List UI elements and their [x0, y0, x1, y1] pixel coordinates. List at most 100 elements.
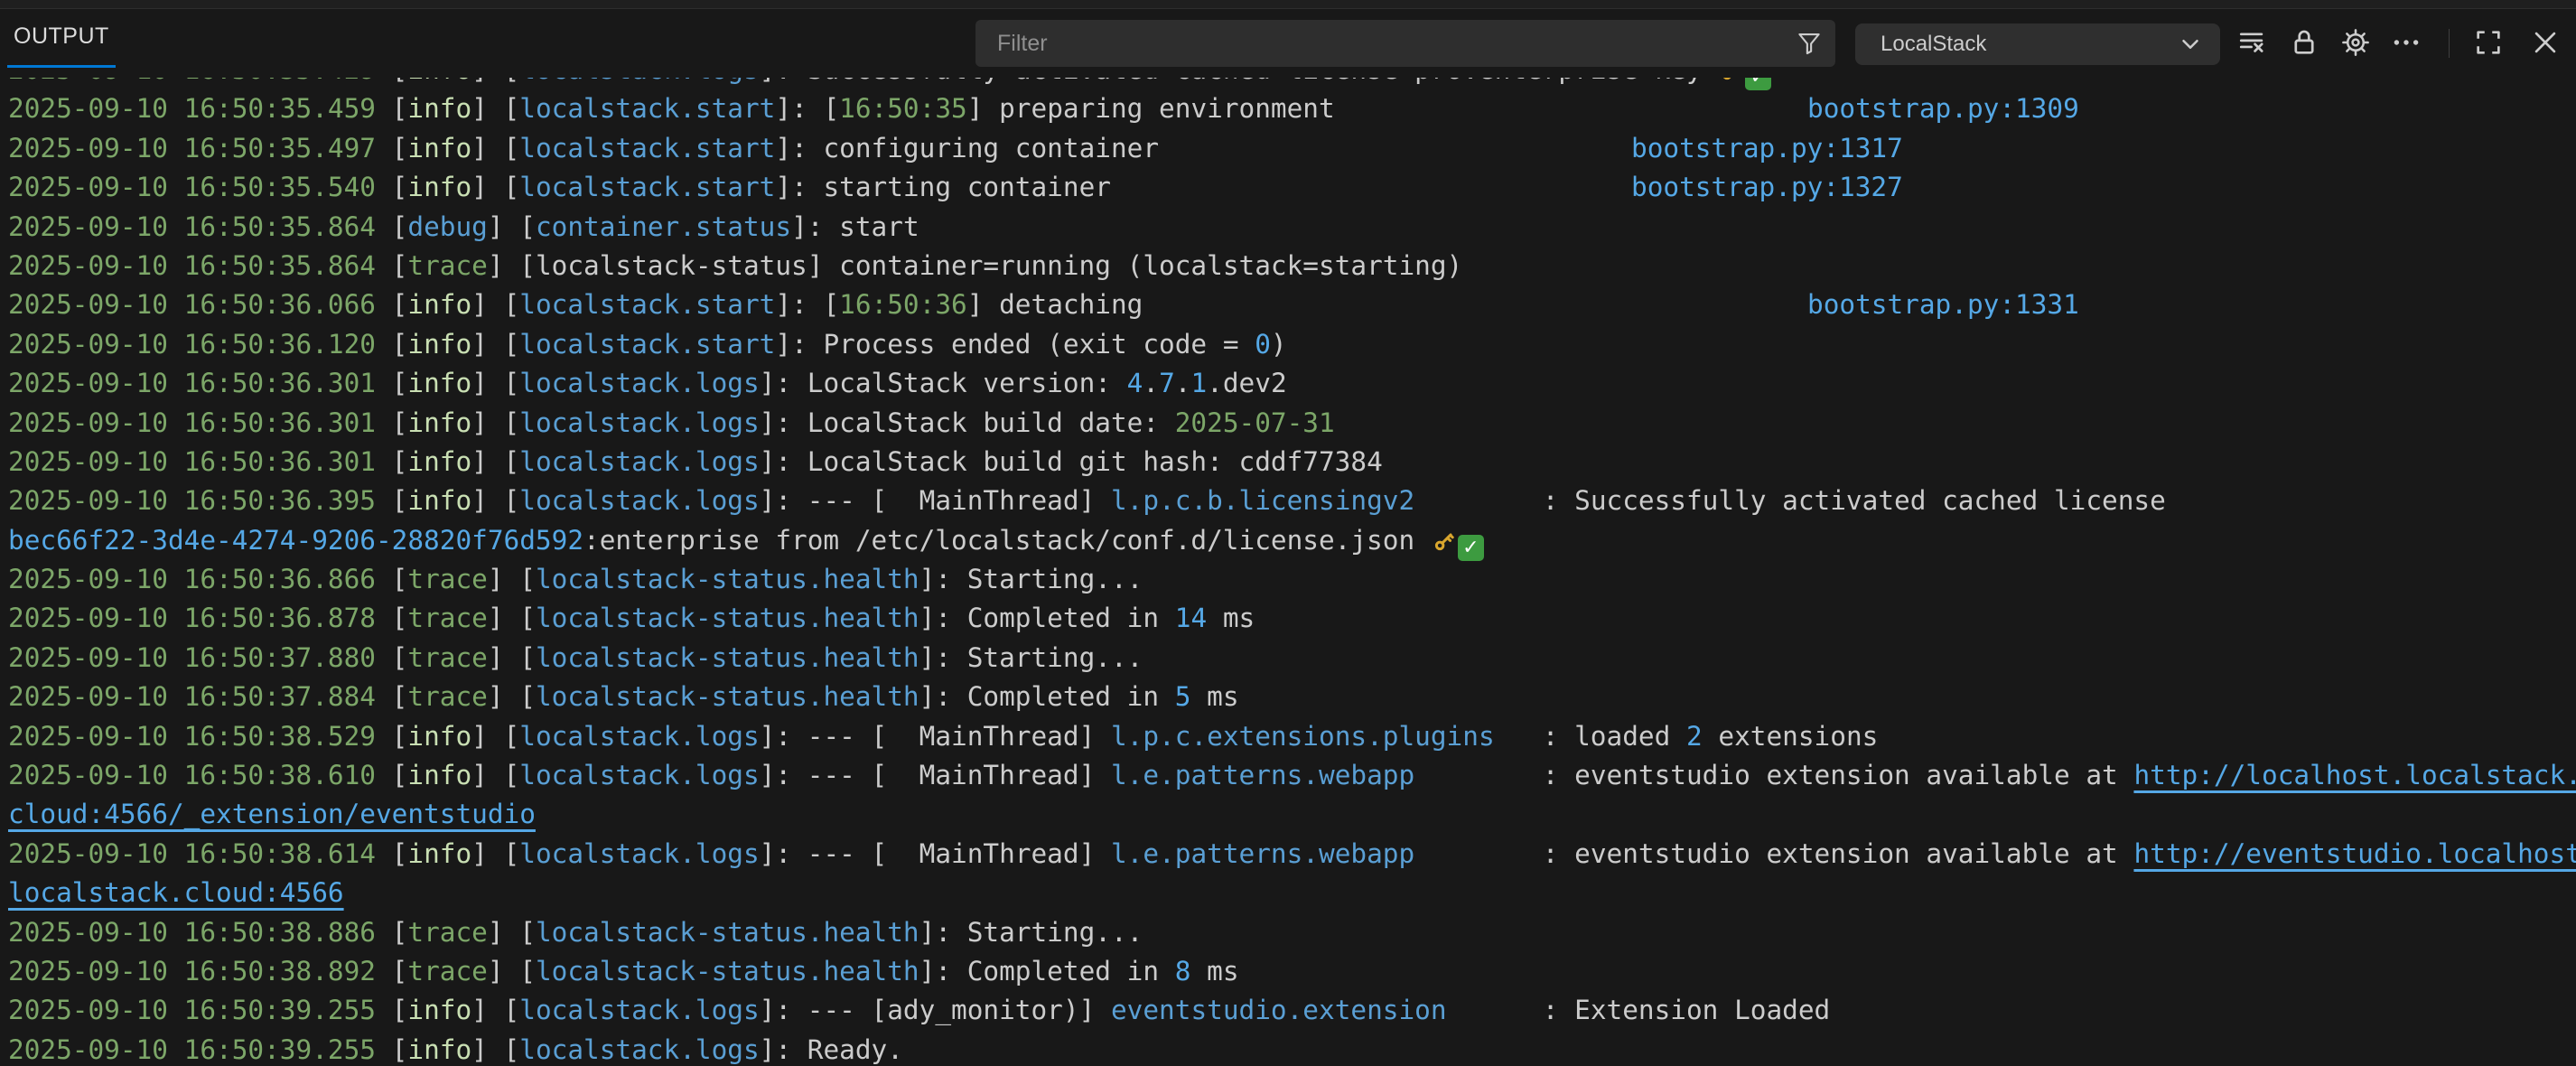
log-text: localstack.start — [519, 329, 775, 360]
log-text: localstack.start — [519, 172, 775, 202]
log-line: 2025-09-10 16:50:35.540 [info] [localsta… — [8, 168, 2576, 207]
log-text: ] [ — [471, 93, 519, 124]
log-text: l.p.c.b.licensingv2 — [1111, 485, 1414, 516]
log-text: ] [localstack-status] container=running … — [488, 250, 1462, 281]
log-text: info — [407, 93, 471, 124]
log-timestamp: 2025-09-10 16:50:35.540 — [8, 172, 392, 202]
url-link[interactable]: cloud:4566/_extension/eventstudio — [8, 799, 536, 829]
log-line: 2025-09-10 16:50:38.610 [info] [localsta… — [8, 756, 2576, 795]
log-text: [ — [392, 368, 408, 398]
log-text: [ — [392, 995, 408, 1025]
file-link[interactable]: bootstrap.py:1317 — [1631, 129, 1903, 168]
log-line: 2025-09-10 16:50:38.892 [trace] [localst… — [8, 952, 2576, 991]
close-panel-icon[interactable] — [2530, 27, 2561, 58]
log-text: ] [ — [471, 407, 519, 438]
log-timestamp: 2025-09-10 16:50:36.866 — [8, 564, 392, 594]
log-timestamp: 2025-09-10 16:50:37.884 — [8, 681, 392, 712]
log-line: 2025-09-10 16:50:36.395 [info] [localsta… — [8, 482, 2576, 520]
log-text: l.p.c.extensions.plugins — [1111, 721, 1495, 752]
log-text: localstack.logs — [519, 485, 759, 516]
log-text: ] [ — [488, 681, 536, 712]
channel-select[interactable]: LocalStack — [1855, 23, 2220, 65]
log-text: ]: --- [ MainThread] — [760, 485, 1111, 516]
log-line: 2025-09-10 16:50:39.255 [info] [localsta… — [8, 991, 2576, 1030]
log-text: ]: Completed in — [919, 956, 1175, 987]
log-line: 2025-09-10 16:50:39.255 [info] [localsta… — [8, 1031, 2576, 1066]
log-text: localstack.logs — [519, 838, 759, 869]
log-text: trace — [407, 956, 487, 987]
url-link[interactable]: http://localhost.localstack. — [2133, 760, 2576, 790]
file-link[interactable]: bootstrap.py:1331 — [1807, 285, 2079, 324]
log-text: info — [407, 78, 471, 85]
log-text: ]: start — [791, 211, 919, 242]
log-text: [ — [392, 642, 408, 673]
maximize-panel-icon[interactable] — [2473, 27, 2504, 58]
log-line: 2025-09-10 16:50:36.066 [info] [localsta… — [8, 285, 2576, 324]
log-timestamp: 2025-09-10 16:50:36.301 — [8, 446, 392, 477]
settings-gear-icon[interactable] — [2340, 27, 2371, 58]
log-text: ]: --- [ady_monitor)] — [760, 995, 1111, 1025]
log-text: [ — [392, 681, 408, 712]
log-text: [ — [392, 838, 408, 869]
tab-output[interactable]: OUTPUT — [14, 23, 109, 50]
log-text: localstack-status.health — [536, 917, 919, 948]
log-text: [ — [392, 760, 408, 790]
log-text: trace — [407, 917, 487, 948]
url-link[interactable]: http://eventstudio.localhost. — [2133, 838, 2576, 869]
log-timestamp: 2025-09-10 16:50:35.459 — [8, 93, 392, 124]
file-link[interactable]: bootstrap.py:1309 — [1807, 89, 2079, 128]
log-text: 14 — [1175, 603, 1207, 633]
log-text: ]: --- [ MainThread] — [760, 760, 1111, 790]
log-text: info — [407, 407, 471, 438]
log-text: ]: --- [ MainThread] — [760, 721, 1111, 752]
log-text: 0 — [1255, 329, 1271, 360]
log-text: [ — [392, 407, 408, 438]
filter-box — [975, 20, 1835, 67]
log-text: trace — [407, 250, 487, 281]
filter-icon[interactable] — [1796, 30, 1823, 57]
log-text: ]: configuring container — [775, 133, 1159, 164]
log-line: 2025-09-10 16:50:36.866 [trace] [localst… — [8, 560, 2576, 599]
log-text: ]: Starting... — [919, 917, 1143, 948]
more-actions-icon[interactable] — [2391, 27, 2422, 58]
log-text: [ — [392, 603, 408, 633]
panel-top-border — [0, 0, 2576, 9]
log-text: trace — [407, 681, 487, 712]
filter-input[interactable] — [975, 31, 1796, 57]
clear-output-icon[interactable] — [2237, 27, 2268, 58]
log-text: ] [ — [471, 760, 519, 790]
log-text: trace — [407, 564, 487, 594]
panel-header: OUTPUT LocalStack — [0, 9, 2576, 78]
log-line: 2025-09-10 16:50:35.497 [info] [localsta… — [8, 129, 2576, 168]
log-text: localstack.logs — [519, 407, 759, 438]
log-text: trace — [407, 603, 487, 633]
log-viewport[interactable]: 2025-09-10 16:50:35.429 [info] [localsta… — [0, 78, 2576, 1066]
url-link[interactable]: localstack.cloud:4566 — [8, 877, 344, 908]
log-text: 7 — [1159, 368, 1175, 398]
log-text: ms — [1207, 603, 1255, 633]
log-text: [ — [392, 133, 408, 164]
log-text: bec66f22-3d4e-4274-9206-28820f76d592 — [8, 525, 583, 556]
log-line: 2025-09-10 16:50:38.886 [trace] [localst… — [8, 913, 2576, 952]
lock-icon[interactable] — [2289, 27, 2319, 58]
log-text: [ — [392, 446, 408, 477]
log-text: localstack.start — [519, 93, 775, 124]
log-text: 8 — [1175, 956, 1191, 987]
log-text: l.e.patterns.webapp — [1111, 838, 1414, 869]
log-text: ] [ — [471, 838, 519, 869]
channel-selected-label: LocalStack — [1855, 32, 2177, 57]
log-text: ] [ — [471, 995, 519, 1025]
log-text: ]: LocalStack build date: — [760, 407, 1175, 438]
log-line: 2025-09-10 16:50:36.120 [info] [localsta… — [8, 325, 2576, 364]
log-timestamp: 2025-09-10 16:50:35.497 — [8, 133, 392, 164]
log-line: localstack.cloud:4566 — [8, 874, 2576, 912]
log-text: [ — [392, 78, 408, 85]
file-link[interactable]: bootstrap.py:1327 — [1631, 168, 1903, 207]
log-text: ] [ — [488, 603, 536, 633]
log-text: ] detaching — [967, 289, 1143, 320]
log-line: cloud:4566/_extension/eventstudio — [8, 795, 2576, 834]
log-timestamp: 2025-09-10 16:50:36.301 — [8, 407, 392, 438]
log-line: 2025-09-10 16:50:38.614 [info] [localsta… — [8, 835, 2576, 874]
log-text: ]: --- [ MainThread] — [760, 838, 1111, 869]
log-text: ]: Starting... — [919, 642, 1143, 673]
